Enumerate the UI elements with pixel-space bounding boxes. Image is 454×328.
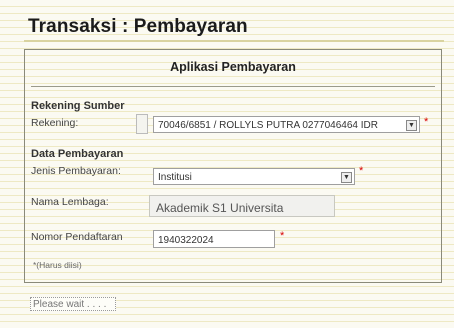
- jenis-select-value: Institusi: [158, 172, 192, 183]
- form-header: Aplikasi Pembayaran: [170, 60, 296, 74]
- pendaftaran-input[interactable]: 1940322024: [153, 230, 275, 248]
- rekening-required-marker: *: [424, 116, 429, 128]
- form-header-divider: [31, 86, 435, 87]
- pendaftaran-label: Nomor Pendaftaran: [31, 231, 123, 243]
- pendaftaran-required-marker: *: [280, 230, 285, 242]
- jenis-label: Jenis Pembayaran:: [31, 165, 121, 177]
- required-note: *(Harus diisi): [33, 260, 82, 270]
- chevron-down-icon[interactable]: ▼: [406, 120, 417, 131]
- chevron-down-icon[interactable]: ▼: [341, 172, 352, 183]
- rekening-label: Rekening:: [31, 117, 79, 129]
- section-title-source: Rekening Sumber: [31, 100, 125, 112]
- jenis-select[interactable]: Institusi ▼: [153, 168, 355, 185]
- jenis-required-marker: *: [359, 165, 364, 177]
- lembaga-field: Akademik S1 Universita: [149, 195, 335, 217]
- title-divider: [24, 40, 444, 42]
- page-title: Transaksi : Pembayaran: [28, 16, 248, 37]
- payment-form: Aplikasi Pembayaran Rekening Sumber Reke…: [24, 49, 442, 283]
- rekening-select[interactable]: 70046/6851 / ROLLYLS PUTRA 0277046464 ID…: [153, 116, 420, 133]
- lembaga-label: Nama Lembaga:: [31, 196, 109, 208]
- rekening-indicator: [136, 114, 148, 134]
- section-title-payment: Data Pembayaran: [31, 148, 124, 160]
- rekening-select-value: 70046/6851 / ROLLYLS PUTRA 0277046464 ID…: [158, 120, 378, 131]
- status-message: Please wait . . . .: [30, 297, 116, 311]
